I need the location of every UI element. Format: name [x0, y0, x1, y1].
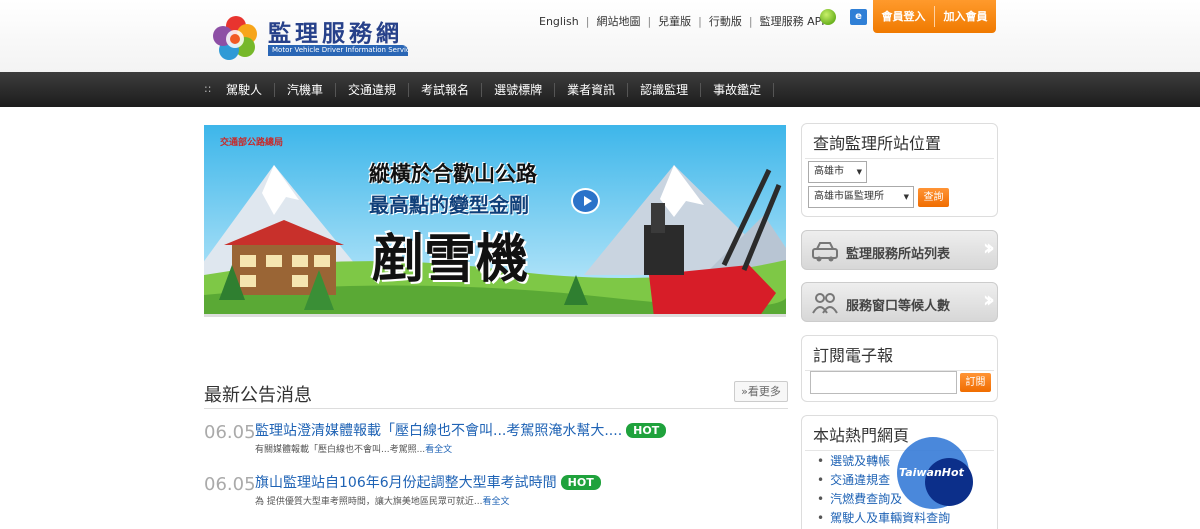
english-link[interactable]: English — [539, 15, 579, 28]
office-select-value: 高雄市區監理所 — [814, 191, 884, 202]
site-logo[interactable]: 監理服務網 Motor Vehicle Driver Information S… — [212, 12, 412, 62]
banner-headline-2: 最高點的變型金剛 — [369, 193, 529, 217]
news-summary: 有關媒體報載「壓白線也不會叫...考駕照...看全文 — [255, 442, 452, 455]
nav-item-business[interactable]: 業者資訊 — [555, 82, 629, 97]
nav-item-vehicle[interactable]: 汽機車 — [275, 82, 337, 97]
logo-title: 監理服務網 — [268, 20, 403, 47]
city-select[interactable]: 高雄市 ▼ — [808, 161, 867, 183]
agency-logo: 交通部公路總局 — [220, 138, 284, 148]
kids-version-link[interactable]: 兒童版 — [658, 13, 691, 29]
watermark-text: TaiwanHot — [899, 466, 964, 479]
member-bar: 會員登入 加入會員 — [873, 0, 996, 33]
news-headline-link[interactable]: 旗山監理站自106年6月份起調整大型車考試時間 HOT — [255, 472, 601, 492]
chevron-right-icon: ›› — [982, 288, 995, 313]
globe-icon[interactable] — [820, 9, 836, 25]
news-headline-link[interactable]: 監理站澄清媒體報載「壓白線也不會叫...考駕照淹水幫大.... HOT — [255, 420, 667, 440]
read-more-link[interactable]: 看全文 — [482, 497, 509, 507]
read-more-link[interactable]: 看全文 — [425, 445, 452, 455]
hot-link-driver-vehicle[interactable]: 駕駛人及車輛資料查詢 — [817, 509, 950, 528]
main-nav: :: 駕駛人 汽機車 交通違規 考試報名 選號標牌 業者資訊 認識監理 事故鑑定 — [0, 72, 1200, 107]
nav-item-exam[interactable]: 考試報名 — [409, 82, 483, 97]
logo-subtitle: Motor Vehicle Driver Information Service — [268, 45, 408, 56]
news-date: 06.05 — [204, 474, 256, 495]
nav-item-plate[interactable]: 選號標牌 — [482, 82, 556, 97]
city-select-value: 高雄市 — [814, 166, 844, 177]
mobile-version-link[interactable]: 行動版 — [709, 13, 742, 29]
news-item: 06.05 旗山監理站自106年6月份起調整大型車考試時間 HOT 為 提供優質大… — [204, 470, 788, 520]
dropdown-arrow-icon: ▼ — [856, 168, 862, 176]
header: 監理服務網 Motor Vehicle Driver Information S… — [0, 0, 1200, 72]
queue-status-label: 服務窗口等候人數 — [846, 299, 951, 314]
news-headline-text[interactable]: 旗山監理站自106年6月份起調整大型車考試時間 — [255, 475, 557, 491]
app-link[interactable]: 監理服務 APP — [760, 13, 828, 29]
news-title: 最新公告消息 — [204, 385, 312, 406]
news-summary: 為 提供優質大型車考照時間，讓大旗美地區民眾可就近...看全文 — [255, 494, 509, 507]
banner-headline-1: 縱橫於合歡山公路 — [369, 162, 537, 186]
hot-badge: HOT — [560, 475, 601, 490]
play-video-icon[interactable] — [571, 188, 600, 214]
top-links: English | 網站地圖 | 兒童版 | 行動版 | 監理服務 APP — [539, 13, 828, 29]
nav-item-about[interactable]: 認識監理 — [628, 82, 702, 97]
locate-title: 查詢監理所站位置 — [805, 124, 994, 159]
people-icon — [812, 293, 838, 314]
news-summary-text: 為 提供優質大型車考照時間，讓大旗美地區民眾可就近... — [255, 497, 483, 507]
car-icon — [812, 242, 838, 262]
news-item: 06.05 監理站澄清媒體報載「壓白線也不會叫...考駕照淹水幫大.... HOT… — [204, 418, 788, 468]
query-button[interactable]: 查詢 — [918, 188, 949, 207]
nav-item-accident[interactable]: 事故鑑定 — [701, 82, 775, 97]
news-more-button[interactable]: »看更多 — [734, 381, 788, 402]
newsletter-email-input[interactable] — [810, 371, 957, 394]
banner-carousel[interactable]: 交通部公路總局 縱橫於合歡山公路 最高點的變型金剛 剷雪機 — [204, 125, 786, 317]
banner-headline-3: 剷雪機 — [372, 230, 529, 290]
join-button[interactable]: 加入會員 — [935, 0, 996, 33]
hot-badge: HOT — [626, 423, 667, 438]
station-list-button[interactable]: 監理服務所站列表 ›› — [801, 230, 998, 270]
office-select[interactable]: 高雄市區監理所 ▼ — [808, 186, 914, 208]
chevron-right-icon: ›› — [982, 236, 995, 261]
hot-pages-title: 本站熱門網頁 — [805, 416, 994, 451]
dropdown-arrow-icon: ▼ — [903, 193, 909, 201]
station-list-label: 監理服務所站列表 — [846, 247, 951, 262]
news-headline-text[interactable]: 監理站澄清媒體報載「壓白線也不會叫...考駕照淹水幫大.... — [255, 423, 622, 439]
login-button[interactable]: 會員登入 — [873, 0, 934, 33]
newsletter-title: 訂閱電子報 — [805, 336, 994, 371]
news-date: 06.05 — [204, 422, 256, 443]
logo-flower-icon — [213, 16, 257, 60]
news-summary-text: 有關媒體報載「壓白線也不會叫...考駕照... — [255, 445, 426, 455]
sitemap-link[interactable]: 網站地圖 — [596, 13, 640, 29]
nav-item-driver[interactable]: 駕駛人 — [214, 82, 276, 97]
news-header: 最新公告消息 »看更多 — [204, 381, 788, 409]
queue-status-button[interactable]: 服務窗口等候人數 ›› — [801, 282, 998, 322]
nav-item-violation[interactable]: 交通違規 — [336, 82, 410, 97]
e-service-icon[interactable]: e — [850, 9, 867, 25]
nav-handle-icon: :: — [204, 82, 212, 95]
subscribe-button[interactable]: 訂閱 — [960, 373, 991, 392]
